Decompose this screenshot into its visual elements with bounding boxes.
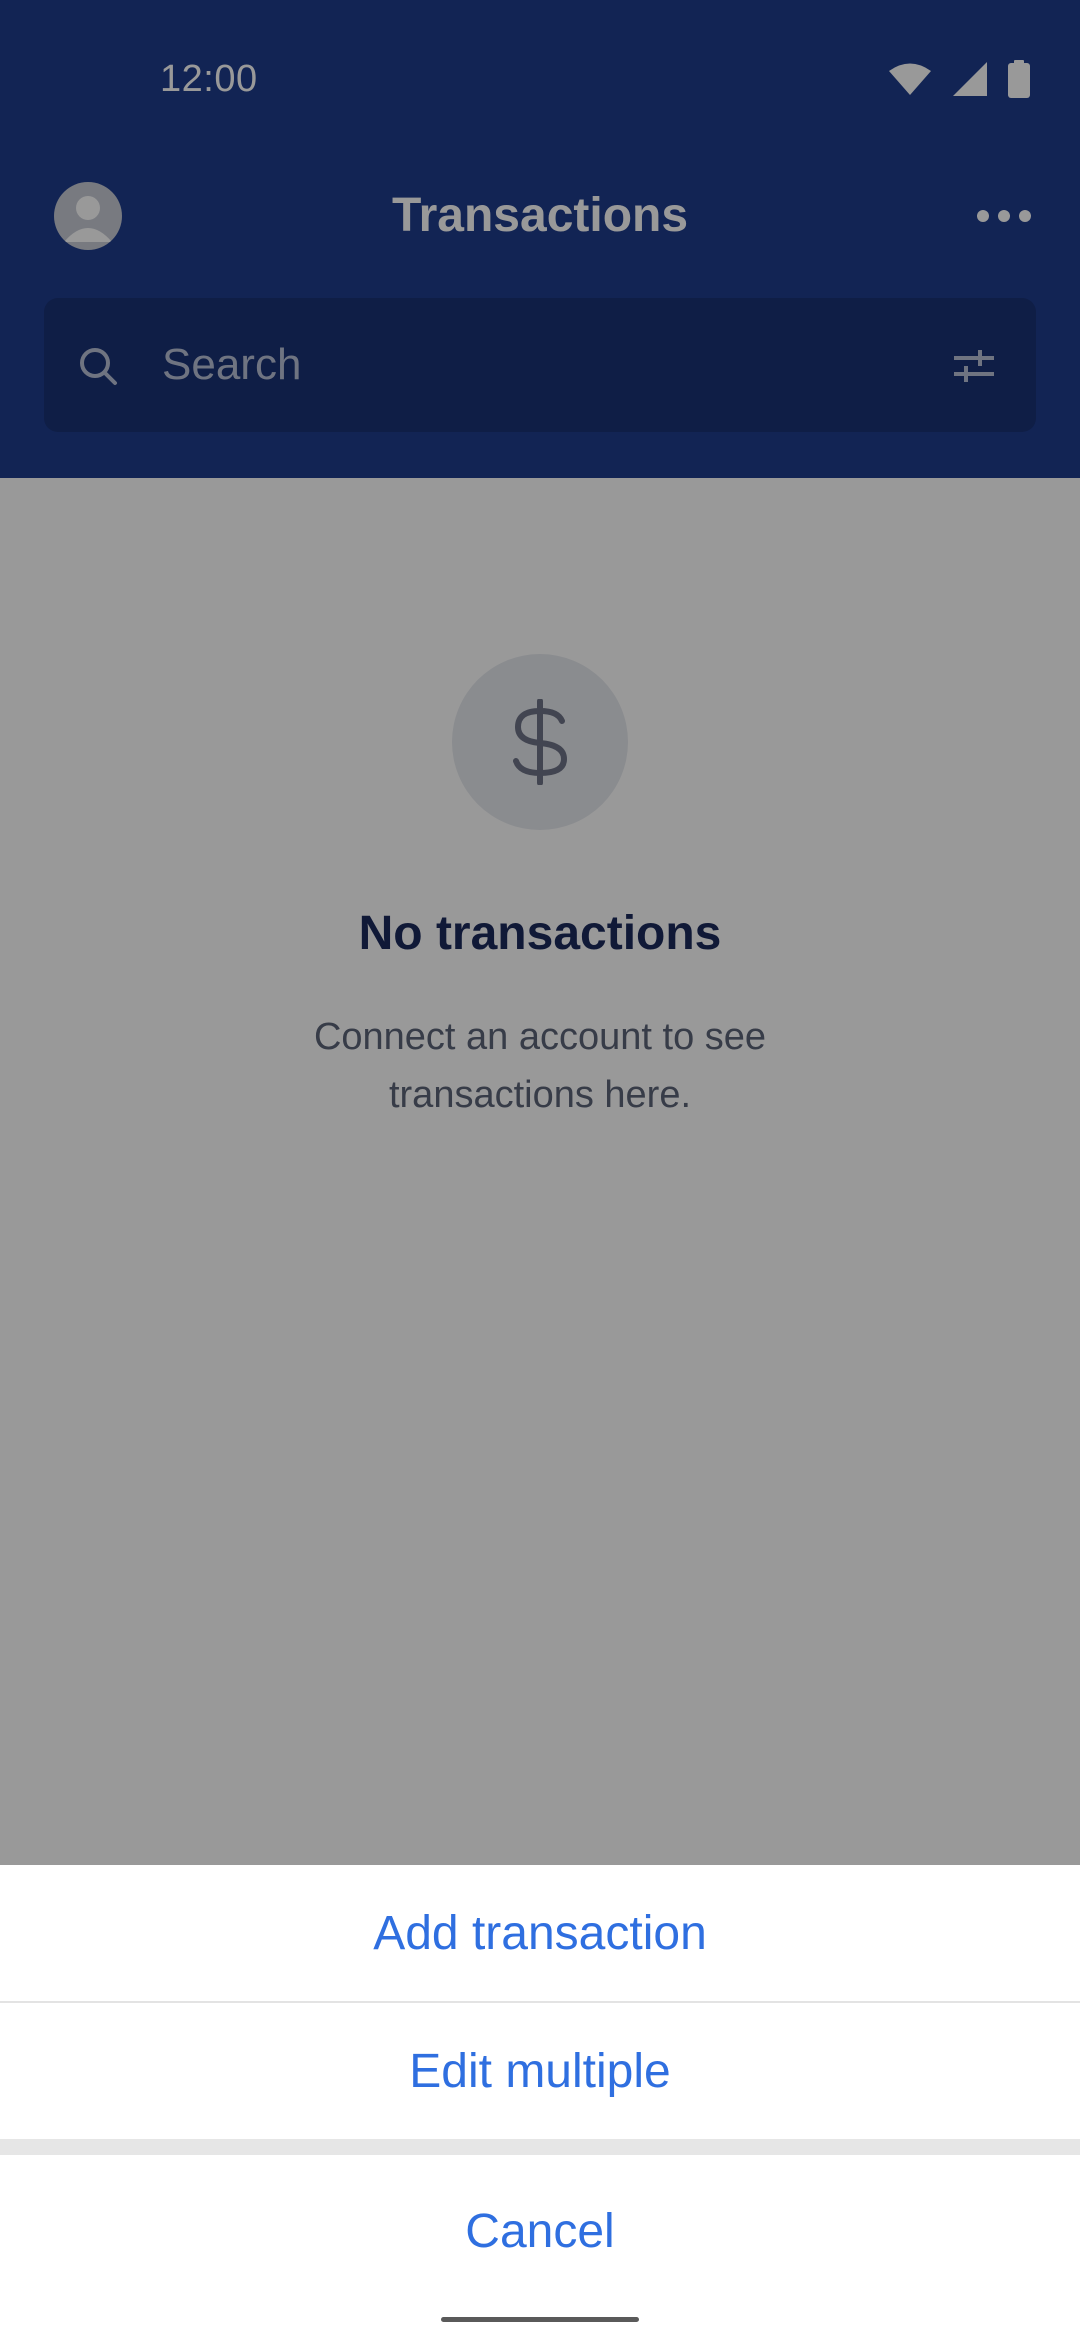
action-sheet: Add transaction Edit multiple Cancel [0,1865,1080,2340]
transactions-screen: 12:00 Transactions Search No transaction… [0,0,1080,2340]
cancel-button[interactable]: Cancel [0,2161,1080,2301]
add-transaction-button[interactable]: Add transaction [0,1865,1080,2001]
home-indicator[interactable] [441,2317,639,2322]
edit-multiple-button[interactable]: Edit multiple [0,2003,1080,2139]
sheet-separator [0,2139,1080,2155]
